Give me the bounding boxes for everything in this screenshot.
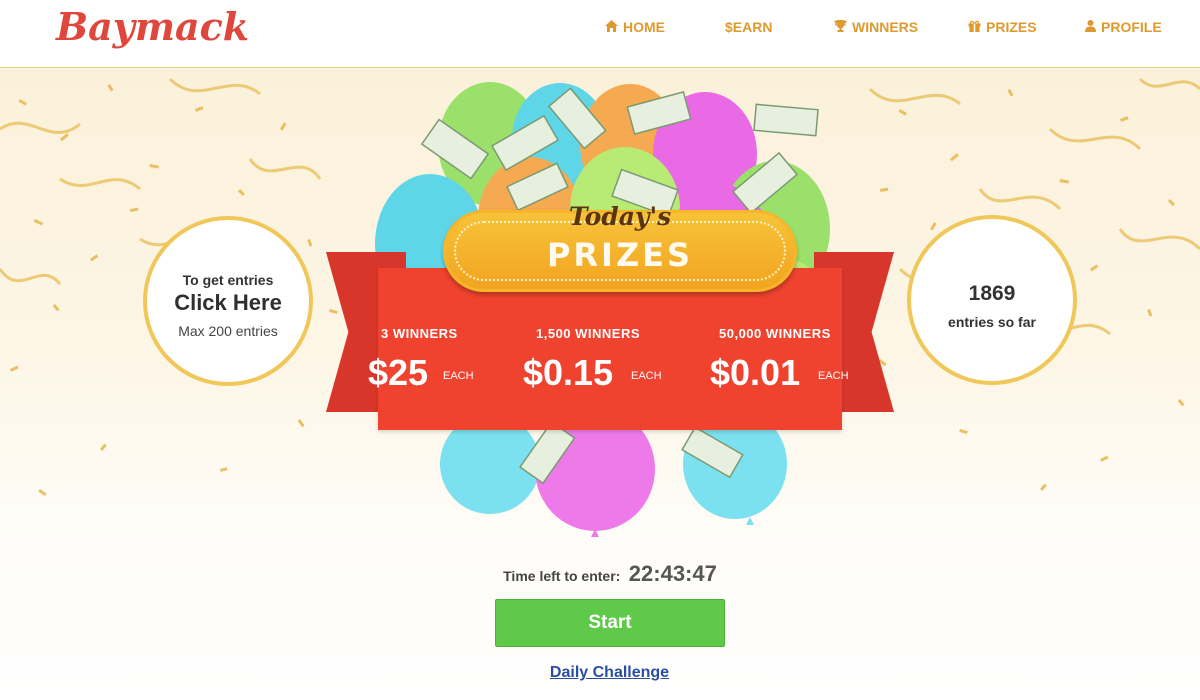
prize-tier-2: 1,500 WINNERS $0.15 EACH — [523, 326, 662, 393]
top-header: Baymack HOME $EARN WINNERS PRIZES PROFIL… — [0, 0, 1200, 68]
main-nav: HOME $EARN WINNERS PRIZES PROFILE — [0, 19, 1200, 39]
nav-earn-label: $EARN — [725, 19, 773, 35]
trophy-icon — [834, 19, 847, 35]
nav-prizes[interactable]: PRIZES — [968, 19, 1037, 35]
prize-tier-1: 3 WINNERS $25 EACH — [368, 326, 474, 393]
get-entries-text: To get entries — [182, 272, 274, 288]
prizes-title: PRIZES — [546, 236, 694, 274]
tier-each: EACH — [818, 370, 849, 382]
tier-winners: 3 WINNERS — [381, 326, 458, 341]
start-button[interactable]: Start — [495, 599, 725, 647]
entries-count: 1869 — [968, 282, 1016, 305]
gift-icon — [968, 20, 981, 35]
click-here-link[interactable]: Click Here — [147, 290, 309, 316]
timer-value: 22:43:47 — [628, 561, 717, 586]
tier-amount: $0.15 — [523, 352, 614, 393]
tier-amount: $0.01 — [710, 352, 801, 393]
nav-home-label: HOME — [623, 19, 665, 35]
nav-winners-label: WINNERS — [852, 19, 919, 35]
nav-profile-label: PROFILE — [1101, 19, 1162, 35]
prizes-ribbon — [378, 268, 842, 430]
tier-winners: 50,000 WINNERS — [719, 326, 831, 341]
get-entries-button[interactable]: To get entries Click Here Max 200 entrie… — [143, 216, 313, 386]
prize-tier-3: 50,000 WINNERS $0.01 EACH — [710, 326, 849, 393]
entries-count-label: entries so far — [948, 314, 1036, 330]
tier-each: EACH — [443, 370, 474, 382]
nav-profile[interactable]: PROFILE — [1085, 19, 1162, 35]
countdown-timer: Time left to enter: 22:43:47 — [0, 561, 1200, 587]
tier-winners: 1,500 WINNERS — [536, 326, 641, 341]
max-entries-text: Max 200 entries — [178, 323, 278, 339]
user-icon — [1085, 19, 1096, 35]
nav-winners[interactable]: WINNERS — [834, 19, 918, 35]
entries-counter: 1869 entries so far — [907, 215, 1077, 385]
tier-each: EACH — [631, 370, 662, 382]
daily-challenge-link[interactable]: Daily Challenge — [0, 664, 1200, 682]
timer-label: Time left to enter: — [503, 568, 621, 584]
nav-home[interactable]: HOME — [605, 19, 665, 35]
nav-earn[interactable]: $EARN — [725, 19, 772, 35]
home-icon — [605, 19, 618, 35]
tier-amount: $25 — [368, 352, 429, 393]
todays-label: Today's — [568, 202, 672, 231]
nav-prizes-label: PRIZES — [986, 19, 1037, 35]
